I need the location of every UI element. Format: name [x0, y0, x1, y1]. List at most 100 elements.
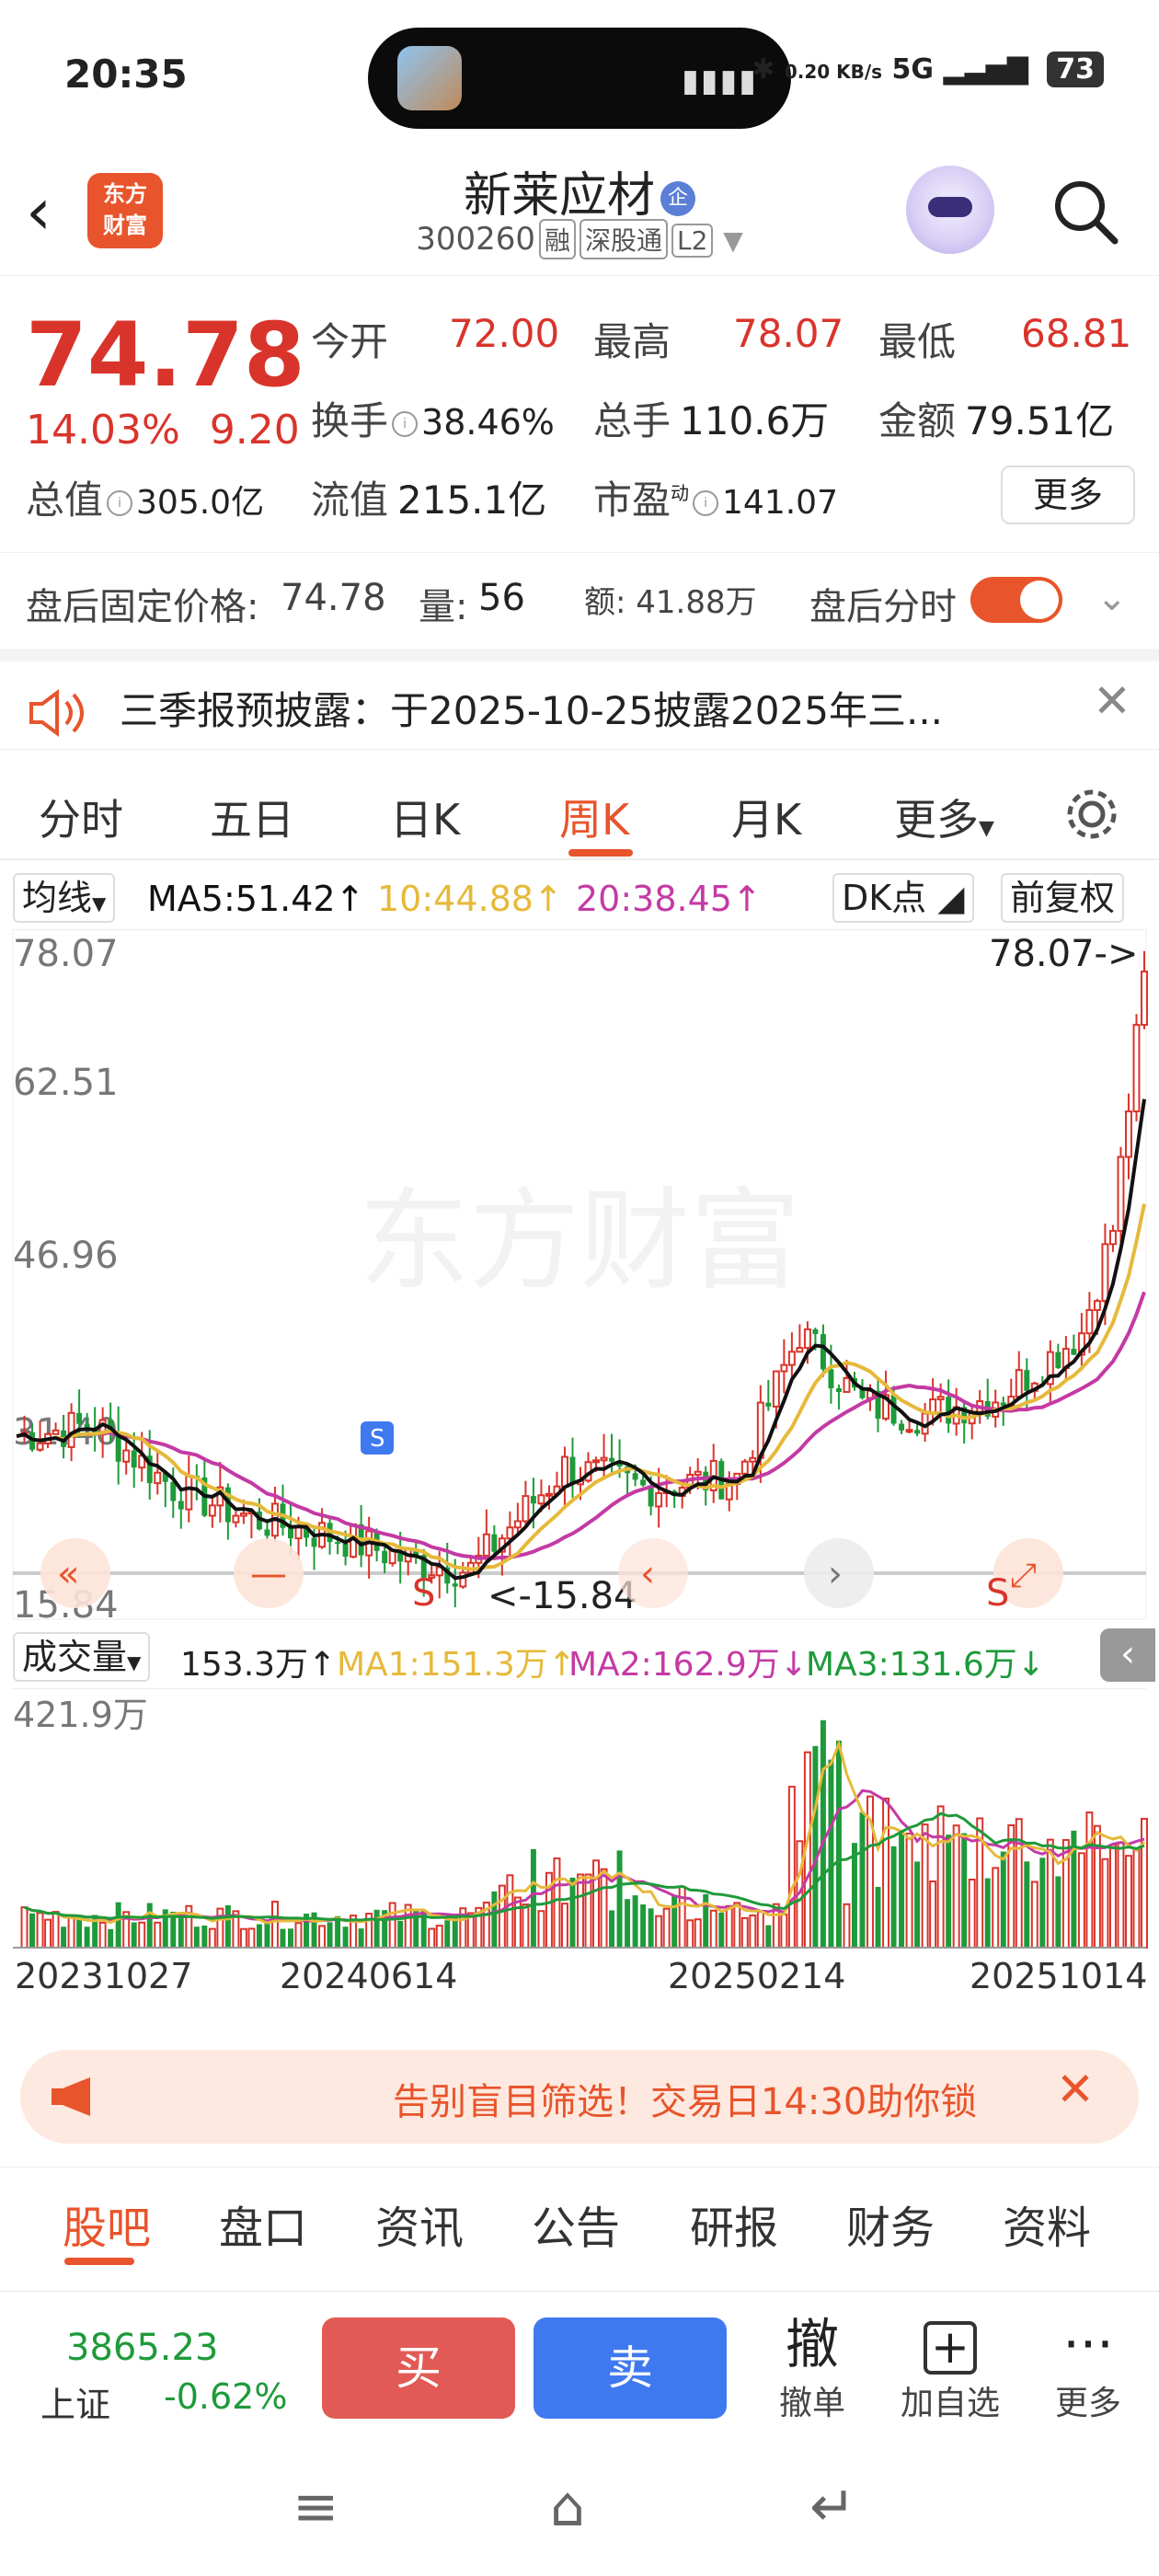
- last-price: 74.78: [26, 304, 305, 407]
- tab-orderbook[interactable]: 盘口: [219, 2191, 307, 2256]
- volume-bar: [984, 1878, 991, 1948]
- candle-body: [749, 1456, 757, 1463]
- double-left-icon: «: [57, 1553, 79, 1595]
- dk-point-button[interactable]: DK点 ◢: [832, 873, 974, 923]
- after-hours-toggle[interactable]: [970, 577, 1062, 623]
- tab-daily-k[interactable]: 日K: [390, 787, 460, 847]
- candle-body: [335, 1542, 341, 1545]
- sell-button[interactable]: 卖: [534, 2317, 727, 2419]
- tab-monthly-k[interactable]: 月K: [731, 787, 801, 847]
- volume-bar: [780, 1914, 788, 1949]
- index-name[interactable]: 上证: [40, 2376, 110, 2427]
- volume-select[interactable]: 成交量▼: [13, 1632, 151, 1682]
- tab-intraday[interactable]: 分时: [39, 787, 123, 847]
- speaker-icon: [29, 689, 84, 737]
- tab-finance[interactable]: 财务: [846, 2191, 935, 2256]
- close-icon[interactable]: ✕: [1056, 2063, 1095, 2116]
- volume-bar: [108, 1928, 114, 1948]
- add-watchlist-button[interactable]: + 加自选: [890, 2312, 1010, 2424]
- ma20-value: 20:38.45↑: [576, 879, 762, 919]
- volume-bar: [280, 1928, 286, 1948]
- notice-bar[interactable]: 三季报预披露：于2025-10-25披露2025年三... ✕: [0, 649, 1159, 750]
- more-quote-button[interactable]: 更多: [1001, 466, 1135, 524]
- candle-body: [208, 1504, 216, 1517]
- gear-icon[interactable]: [1062, 785, 1121, 844]
- candle-body: [890, 1395, 897, 1424]
- volume-bar: [256, 1924, 262, 1948]
- info-icon[interactable]: i: [693, 489, 719, 516]
- candle-body: [452, 1583, 458, 1587]
- candle-body: [843, 1376, 851, 1393]
- volume-bar: [686, 1919, 694, 1949]
- open-value: 72.00: [449, 311, 560, 356]
- enterprise-badge: 企: [660, 181, 695, 216]
- cancel-label: 撤单: [778, 2385, 845, 2422]
- volume-bar: [208, 1927, 216, 1949]
- home-icon[interactable]: ⌂: [550, 2475, 585, 2539]
- volume-bar: [178, 1918, 184, 1948]
- volume-chart[interactable]: 421.9万 20231027 20240614 20250214 202510…: [0, 1688, 1159, 2029]
- tab-weekly-k[interactable]: 周K: [559, 787, 629, 847]
- collapse-panel-button[interactable]: ‹: [1100, 1628, 1155, 1682]
- volume-bar: [435, 1925, 443, 1949]
- candle-body: [569, 1456, 576, 1485]
- volume-bar: [820, 1719, 826, 1948]
- menu-icon[interactable]: ≡: [293, 2475, 339, 2539]
- tab-announcements[interactable]: 公告: [532, 2191, 620, 2256]
- kline-chart[interactable]: 东方财富 78.07 62.51 46.96 31.40 15.84 78.07…: [0, 929, 1159, 1628]
- stock-name: 新莱应材: [463, 168, 655, 224]
- assistant-robot-icon[interactable]: [906, 166, 994, 254]
- more-button[interactable]: ··· 更多: [1028, 2312, 1148, 2424]
- volume-bar: [498, 1884, 506, 1949]
- candle-body: [694, 1470, 702, 1476]
- candle-body: [936, 1396, 945, 1401]
- volume-bar: [694, 1918, 702, 1949]
- volume-bar: [318, 1925, 327, 1949]
- ma-select[interactable]: 均线▼: [13, 873, 116, 923]
- volume-bar: [84, 1926, 90, 1948]
- close-icon[interactable]: ✕: [1093, 674, 1131, 728]
- adjust-button[interactable]: 前复权: [1001, 873, 1125, 923]
- volume-bar: [373, 1909, 380, 1948]
- info-icon[interactable]: i: [107, 489, 133, 516]
- promo-banner[interactable]: 告别盲目筛选！交易日14:30助你锁 ✕: [20, 2050, 1139, 2144]
- low-value: 68.81: [1021, 311, 1132, 356]
- vol-ma3: MA3:131.6万↓: [806, 1646, 1045, 1684]
- candle-body: [154, 1471, 162, 1485]
- back-nav-icon[interactable]: ↵: [809, 2475, 855, 2539]
- volume-bar: [1015, 1818, 1023, 1949]
- tab-forum[interactable]: 股吧: [63, 2191, 151, 2256]
- volume-bar: [905, 1833, 913, 1949]
- index-change[interactable]: -0.62%: [164, 2376, 287, 2417]
- search-icon[interactable]: [1049, 175, 1122, 248]
- volume-bar: [428, 1927, 436, 1949]
- candle-body: [1093, 1300, 1101, 1311]
- volume-bar: [899, 1830, 905, 1948]
- tab-research[interactable]: 研报: [690, 2191, 778, 2256]
- tab-five-day[interactable]: 五日: [210, 787, 294, 847]
- buy-button[interactable]: 买: [322, 2317, 515, 2419]
- media-thumbnail: [397, 46, 462, 110]
- volume-bar: [29, 1913, 36, 1948]
- volume-bar: [553, 1857, 561, 1949]
- volume-bar: [216, 1907, 224, 1949]
- volume-bar: [946, 1834, 952, 1948]
- candle-body: [820, 1334, 826, 1370]
- tab-news[interactable]: 资讯: [375, 2191, 464, 2256]
- volume-bar: [787, 1786, 796, 1949]
- watchlist-label: 加自选: [900, 2385, 1000, 2422]
- volume-bar: [835, 1740, 842, 1948]
- candle-body: [787, 1351, 796, 1366]
- open-cell: 今开: [311, 319, 389, 364]
- trade-bar: 3865.23 上证 -0.62% 买 卖 撤 撤单 + 加自选 ··· 更多: [0, 2291, 1159, 2438]
- volume-bar: [444, 1920, 451, 1948]
- index-value[interactable]: 3865.23: [66, 2327, 218, 2369]
- volume-bar: [671, 1896, 678, 1948]
- dynamic-island[interactable]: ▮▮▮▮: [368, 28, 791, 129]
- tag-level2: L2: [671, 224, 714, 258]
- chevron-down-icon[interactable]: ⌄: [1096, 577, 1128, 619]
- info-icon[interactable]: i: [392, 410, 419, 437]
- tab-more[interactable]: 更多▼: [894, 787, 994, 847]
- tab-profile[interactable]: 资料: [1003, 2191, 1091, 2256]
- cancel-order-button[interactable]: 撤 撤单: [752, 2312, 872, 2424]
